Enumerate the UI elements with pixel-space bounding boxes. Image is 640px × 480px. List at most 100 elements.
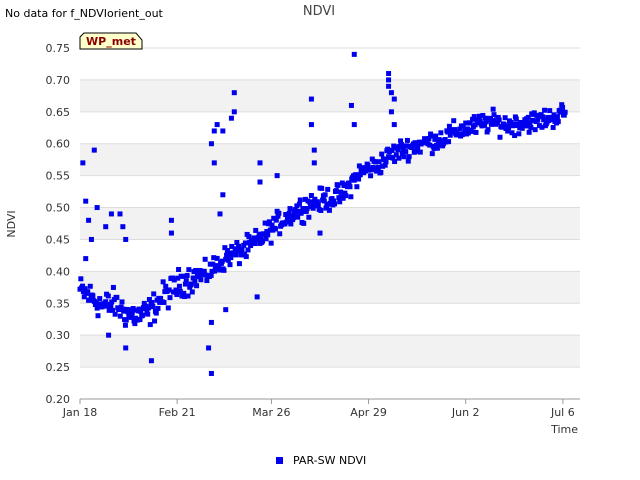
data-point: [97, 296, 103, 302]
data-point: [490, 106, 496, 112]
data-point: [257, 179, 263, 185]
data-point: [516, 131, 522, 137]
data-point: [378, 169, 384, 175]
data-point: [386, 71, 392, 77]
y-tick-label: 0.65: [46, 106, 71, 119]
data-point: [496, 117, 502, 123]
data-point: [167, 295, 173, 301]
data-point: [277, 231, 283, 237]
legend-swatch: [276, 457, 283, 464]
data-point: [438, 130, 444, 136]
data-point: [513, 116, 519, 122]
data-point: [206, 345, 212, 351]
data-point: [129, 310, 135, 316]
data-point: [208, 141, 214, 147]
data-point: [554, 114, 560, 120]
x-tick-label: Mar 26: [252, 406, 290, 419]
data-point: [87, 283, 93, 289]
data-point: [297, 197, 303, 203]
data-point: [388, 90, 394, 96]
y-tick-label: 0.55: [46, 170, 71, 183]
data-point: [160, 279, 166, 285]
data-point: [376, 159, 382, 165]
data-point: [338, 189, 344, 195]
data-point: [189, 289, 195, 295]
y-tick-label: 0.45: [46, 233, 71, 246]
data-point: [120, 224, 126, 230]
data-point: [383, 159, 389, 165]
data-point: [243, 254, 249, 260]
data-point: [301, 220, 307, 226]
data-point: [193, 267, 199, 273]
x-tick-label: Apr 29: [350, 406, 387, 419]
x-axis-ticks: Jan 18 Feb 21 Mar 26 Apr 29 Jun 2 Jul 6: [62, 399, 575, 419]
data-point: [202, 256, 208, 262]
data-point: [105, 293, 111, 299]
data-point: [547, 108, 553, 114]
data-point: [254, 294, 260, 300]
y-tick-label: 0.75: [46, 42, 71, 55]
data-point: [311, 160, 317, 166]
data-point: [401, 154, 407, 160]
data-point: [347, 184, 353, 190]
y-tick-label: 0.20: [46, 393, 71, 406]
data-point: [405, 158, 411, 164]
x-axis-label: Time: [550, 423, 578, 436]
data-point: [386, 83, 392, 89]
data-point: [106, 332, 112, 338]
data-point: [150, 304, 156, 310]
data-point: [168, 230, 174, 236]
plot-band: [80, 79, 580, 112]
data-point: [208, 370, 214, 376]
data-point: [368, 173, 374, 179]
data-point: [220, 128, 226, 134]
y-tick-label: 0.70: [46, 74, 71, 87]
data-point: [502, 115, 508, 121]
data-point: [351, 51, 357, 57]
data-point: [332, 201, 338, 207]
y-tick-label: 0.40: [46, 265, 71, 278]
data-point: [123, 236, 129, 242]
data-point: [217, 211, 223, 217]
data-point: [446, 139, 452, 145]
data-point: [91, 147, 97, 153]
data-point: [161, 299, 167, 305]
data-point: [184, 273, 190, 279]
data-point: [176, 267, 182, 273]
data-point: [404, 137, 410, 143]
data-point: [391, 122, 397, 128]
data-point: [103, 224, 109, 230]
badge-label: WP_met: [86, 35, 136, 48]
data-point: [119, 299, 125, 305]
data-point: [86, 217, 92, 223]
plot-band: [80, 335, 580, 368]
data-point: [140, 312, 146, 318]
data-point: [198, 277, 204, 283]
data-point: [560, 104, 566, 110]
data-point: [268, 240, 274, 246]
data-point: [274, 173, 280, 179]
data-point: [379, 151, 385, 157]
data-point: [526, 129, 532, 135]
data-point: [386, 77, 392, 83]
data-point: [321, 198, 327, 204]
data-point: [227, 262, 233, 268]
data-point: [148, 358, 154, 364]
data-point: [112, 311, 118, 317]
data-point: [221, 267, 227, 273]
data-point: [117, 211, 123, 217]
data-point: [343, 193, 349, 199]
data-point: [325, 186, 331, 192]
data-point: [396, 155, 402, 161]
data-point: [80, 160, 86, 166]
y-tick-label: 0.35: [46, 297, 71, 310]
data-point: [123, 345, 129, 351]
data-point: [242, 240, 248, 246]
data-point: [151, 291, 157, 297]
data-point: [497, 134, 503, 140]
data-point: [155, 305, 161, 311]
y-axis-label: NDVI: [5, 210, 18, 237]
data-point: [348, 194, 354, 200]
data-point: [228, 115, 234, 121]
data-point: [110, 284, 116, 290]
